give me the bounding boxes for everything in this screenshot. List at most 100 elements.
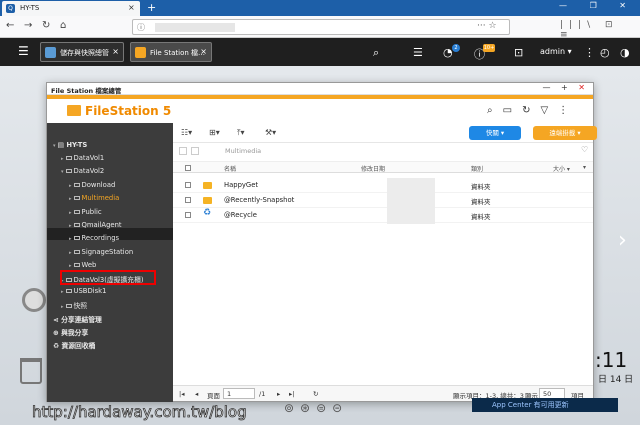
- page-input[interactable]: 1: [223, 388, 255, 399]
- page-actions-icon[interactable]: ··· ☆: [477, 21, 497, 31]
- tree-item-download[interactable]: ▸ Download: [69, 181, 115, 189]
- prev-page-icon[interactable]: ◂: [195, 390, 198, 398]
- info-icon[interactable]: ⓘ: [137, 22, 145, 33]
- forward-button[interactable]: [191, 147, 199, 155]
- table-row[interactable]: ♻ @Recycle 資料夾: [173, 208, 593, 223]
- tab-storage-snapshots[interactable]: 儲存與快照總管 ×: [40, 42, 124, 62]
- tree-item-datavol1[interactable]: ▸ DataVol1: [61, 154, 104, 162]
- browser-toolbar-icons[interactable]: |||\ ⊡ ≡: [560, 20, 640, 40]
- accent-strip: [47, 95, 593, 99]
- tab-close-icon[interactable]: ×: [200, 47, 207, 56]
- search-icon[interactable]: ⌕: [487, 105, 503, 116]
- robot-app-icon[interactable]: [22, 288, 46, 312]
- new-tab-button[interactable]: +: [147, 1, 156, 14]
- select-all-checkbox[interactable]: [185, 165, 191, 171]
- tree-item-snapshots[interactable]: ▸ 快照: [61, 300, 87, 310]
- search-icon[interactable]: ⌕: [373, 46, 379, 60]
- row-checkbox[interactable]: [185, 197, 191, 203]
- upload-icon[interactable]: ⤒▾: [237, 128, 245, 138]
- window-controls[interactable]: — ❐ ✕: [559, 1, 636, 10]
- folder-icon: [73, 183, 80, 187]
- minimize-button[interactable]: —: [543, 83, 555, 92]
- page-label: 頁面: [207, 392, 220, 400]
- window-titlebar[interactable]: File Station 檔案總管 — + ✕: [47, 83, 593, 95]
- tree-item-public[interactable]: ▸ Public: [69, 208, 102, 216]
- view-mode-icon[interactable]: ☷▾: [181, 128, 192, 137]
- tree-item-web[interactable]: ▸ Web: [69, 261, 96, 269]
- resource-icon[interactable]: ◑: [620, 46, 630, 59]
- file-name: @Recycle: [224, 211, 257, 219]
- more-icon[interactable]: ⋮: [584, 46, 595, 59]
- volume-icon: [65, 156, 72, 160]
- dock-icons[interactable]: ⊚⊛⊜⊝: [284, 401, 348, 415]
- update-notification[interactable]: App Center 有可用更新: [472, 398, 618, 412]
- home-icon[interactable]: ⌂: [60, 20, 66, 31]
- tree-item-shared-with-me[interactable]: ⊕ 與我分享: [53, 327, 88, 337]
- user-menu[interactable]: admin ▾: [540, 47, 572, 56]
- maximize-button[interactable]: +: [561, 83, 572, 92]
- tab-file-station[interactable]: File Station 檔… ×: [130, 42, 212, 62]
- next-page-icon[interactable]: ▸: [277, 390, 280, 398]
- column-size[interactable]: 大小 ▾: [553, 164, 570, 173]
- quick-button[interactable]: 快關 ▾: [469, 126, 521, 140]
- page-total: /1: [259, 390, 266, 398]
- tree-item-multimedia[interactable]: ▸ Multimedia: [69, 194, 119, 202]
- filestation-app-icon: [135, 47, 146, 58]
- tree-item-datavol2[interactable]: ▾ DataVol2: [61, 167, 104, 175]
- back-button[interactable]: [179, 147, 187, 155]
- trash-icon[interactable]: [20, 358, 42, 384]
- row-checkbox[interactable]: [185, 182, 191, 188]
- reload-icon[interactable]: ↻: [42, 20, 50, 31]
- favorite-icon[interactable]: ♡: [581, 145, 588, 154]
- browser-tab[interactable]: Q HY-TS ×: [2, 1, 140, 16]
- tab-close-icon[interactable]: ×: [128, 3, 135, 12]
- tree-item-share-links[interactable]: ⋖ 分享連結管理: [53, 314, 102, 324]
- desktop-date: 日 14 日: [598, 375, 634, 385]
- url-bar[interactable]: ⓘ ··· ☆: [132, 19, 510, 35]
- chevron-right-icon[interactable]: ›: [618, 228, 627, 253]
- file-type: 資料夾: [471, 198, 491, 206]
- filter-icon[interactable]: ▽: [540, 105, 558, 116]
- tree-item-recordings[interactable]: ▸ Recordings: [69, 234, 119, 242]
- close-button[interactable]: ✕: [578, 83, 589, 92]
- table-row[interactable]: @Recently-Snapshot 資料夾: [173, 193, 593, 208]
- breadcrumb[interactable]: Multimedia: [225, 147, 261, 155]
- folder-icon: [73, 223, 80, 227]
- column-modified[interactable]: 修改日期: [361, 164, 385, 173]
- folder-tree-sidebar: ▾ ▤ HY-TS ▸ DataVol1 ▾ DataVol2 ▸ Download ▸…: [47, 123, 173, 402]
- last-page-icon[interactable]: ▸|: [289, 390, 294, 398]
- tab-close-icon[interactable]: ×: [112, 47, 119, 56]
- tree-item-usbdisk1[interactable]: ▸ USBDisk1: [61, 287, 106, 295]
- folder-icon: [203, 197, 212, 204]
- refresh-icon[interactable]: ↻: [313, 390, 318, 398]
- browser-tabstrip: Q HY-TS × + — ❐ ✕: [0, 0, 640, 16]
- column-name[interactable]: 名稱: [224, 164, 236, 173]
- row-checkbox[interactable]: [185, 212, 191, 218]
- tree-item-recycle-bin[interactable]: ♻ 資源回收桶: [53, 340, 95, 350]
- stack-icon[interactable]: ☰: [413, 46, 423, 59]
- tree-item-qmailagent[interactable]: ▸ QmailAgent: [69, 221, 122, 229]
- file-name: @Recently-Snapshot: [224, 196, 295, 204]
- first-page-icon[interactable]: |◂: [179, 390, 184, 398]
- new-folder-icon[interactable]: ⊞▾: [209, 128, 220, 137]
- user-icon[interactable]: ⊡: [514, 46, 523, 59]
- forward-icon[interactable]: →: [24, 20, 32, 31]
- refresh-icon[interactable]: ↻: [522, 105, 540, 116]
- dashboard-icon[interactable]: ◴: [600, 46, 610, 59]
- header-tools: ⌕▭↻▽⋮: [487, 105, 578, 116]
- table-row[interactable]: HappyGet 資料夾: [173, 178, 593, 193]
- main-menu-icon[interactable]: ☰: [18, 44, 29, 58]
- tree-root[interactable]: ▾ ▤ HY-TS: [53, 141, 87, 149]
- window-title: File Station 檔案總管: [51, 87, 122, 95]
- tab-label: 儲存與快照總管: [60, 49, 109, 57]
- tools-icon[interactable]: ⚒▾: [265, 128, 276, 137]
- notification-badge: 10+: [483, 44, 495, 52]
- back-icon[interactable]: ←: [6, 20, 14, 31]
- tree-item-signagestation[interactable]: ▸ SignageStation: [69, 248, 133, 256]
- remote-mount-button[interactable]: 遠端掛載 ▾: [533, 126, 597, 140]
- display-icon[interactable]: ▭: [503, 105, 522, 116]
- column-menu-icon[interactable]: ▾: [583, 164, 586, 171]
- column-type[interactable]: 類別: [471, 164, 483, 173]
- folder-icon: [73, 196, 80, 200]
- more-icon[interactable]: ⋮: [558, 105, 578, 116]
